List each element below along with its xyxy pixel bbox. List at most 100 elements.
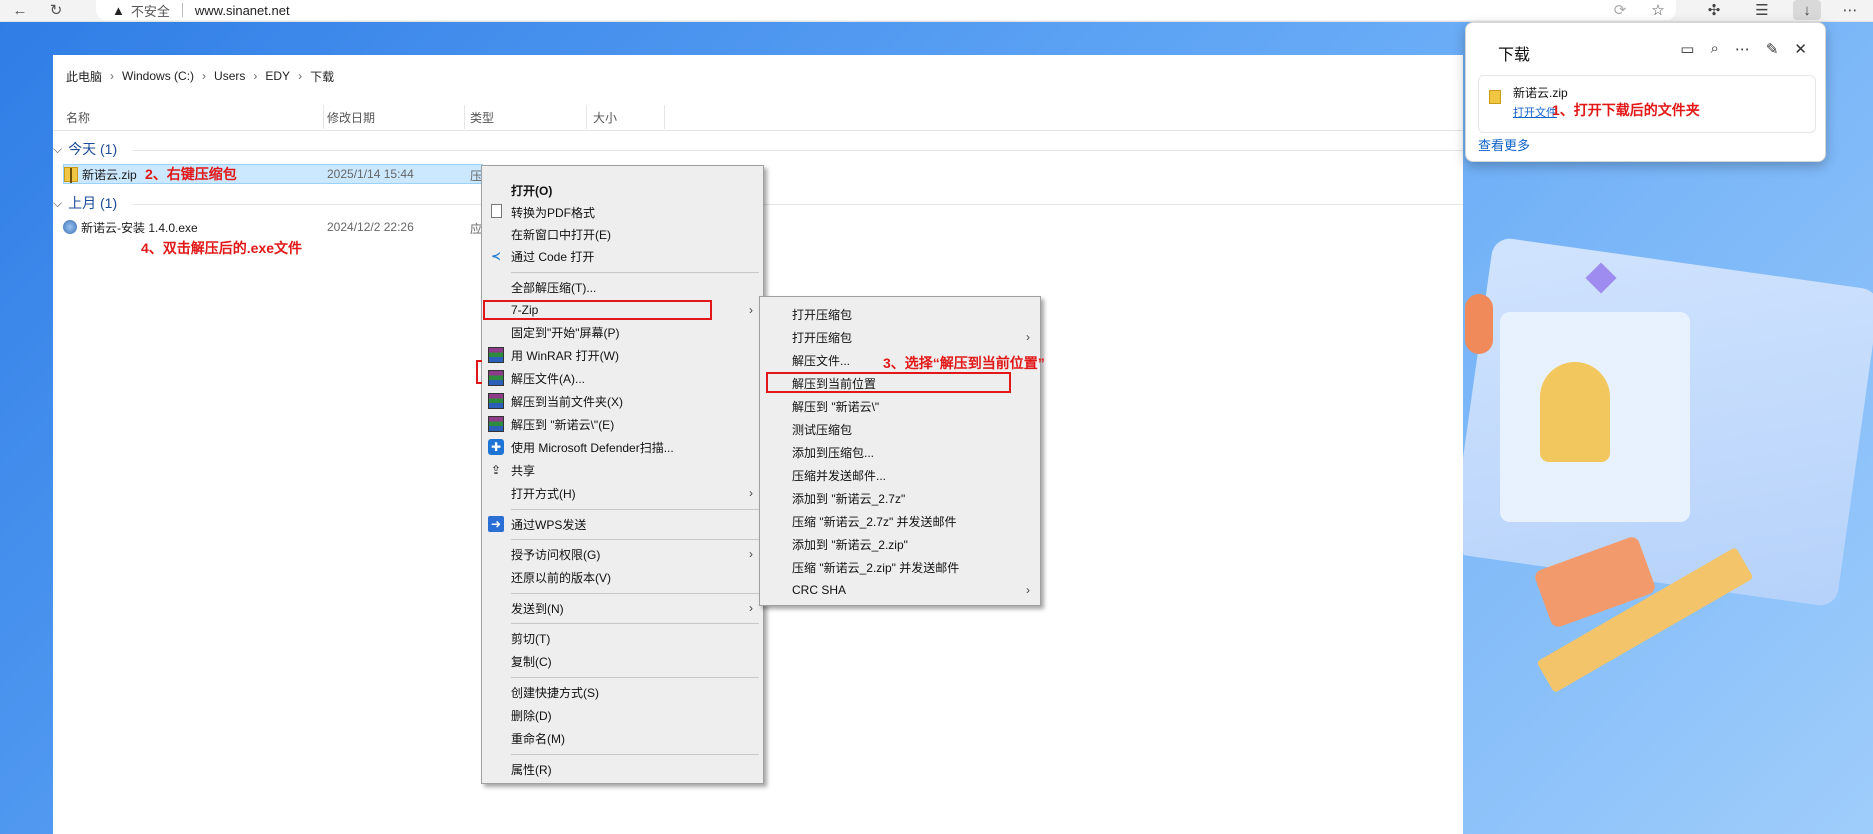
submenu-item[interactable]: 打开压缩包 › xyxy=(760,326,1040,348)
menu-item-label: 解压到当前文件夹(X) xyxy=(511,394,623,409)
menu-item-label: 打开方式(H) xyxy=(511,486,576,501)
browser-toolbar: ← ↻ ▲ 不安全 www.sinanet.net ⟳ ☆ ✣ ☰ ↓ ⋯ xyxy=(0,0,1873,22)
breadcrumb-item[interactable]: 此电脑 xyxy=(66,68,102,85)
menu-item-open-with-code[interactable]: ≺ 通过 Code 打开 xyxy=(482,245,763,267)
menu-item-wps-send[interactable]: ➜ 通过WPS发送 xyxy=(482,513,763,535)
submenu-item[interactable]: 添加到压缩包... xyxy=(760,441,1040,463)
winrar-icon xyxy=(488,416,504,432)
submenu-item-label: 解压文件... xyxy=(792,353,851,368)
menu-separator xyxy=(511,272,759,273)
file-name: 新诺云.zip xyxy=(82,167,137,182)
menu-item-open-with[interactable]: 打开方式(H) › xyxy=(482,482,763,504)
back-icon[interactable]: ← xyxy=(6,0,34,20)
downloads-icon[interactable]: ↓ xyxy=(1793,0,1821,20)
menu-item-pin-start[interactable]: 固定到"开始"屏幕(P) xyxy=(482,321,763,343)
see-more-link[interactable]: 查看更多 xyxy=(1478,135,1530,154)
breadcrumb-item[interactable]: Windows (C:) xyxy=(122,69,194,83)
submenu-item-label: 压缩并发送邮件... xyxy=(792,468,887,483)
submenu-item-crc-sha[interactable]: CRC SHA › xyxy=(760,579,1040,601)
chevron-right-icon: › xyxy=(749,303,753,317)
breadcrumb-item[interactable]: 下载 xyxy=(310,68,334,85)
extensions-icon[interactable]: ✣ xyxy=(1700,0,1728,20)
open-file-link[interactable]: 打开文件 xyxy=(1513,104,1557,120)
pdf-icon xyxy=(491,204,502,218)
column-date[interactable]: 修改日期 xyxy=(327,109,375,126)
group-today[interactable]: ⌵ 今天 (1) xyxy=(53,139,117,159)
menu-item-copy[interactable]: 复制(C) xyxy=(482,650,763,672)
folder-icon[interactable]: ▭ xyxy=(1680,40,1694,58)
menu-item-extract-here[interactable]: 解压到当前文件夹(X) xyxy=(482,390,763,412)
highlight-7zip xyxy=(483,300,712,320)
submenu-item-label: 打开压缩包 xyxy=(792,307,853,322)
submenu-item[interactable]: 添加到 "新诺云_2.zip" xyxy=(760,533,1040,555)
menu-item-create-shortcut[interactable]: 创建快捷方式(S) xyxy=(482,681,763,703)
menu-item-send-to[interactable]: 发送到(N) › xyxy=(482,597,763,619)
share-icon: ⇪ xyxy=(490,463,502,477)
breadcrumb-item[interactable]: EDY xyxy=(265,69,290,83)
chevron-down-icon: ⌵ xyxy=(53,195,63,210)
menu-item-delete[interactable]: 删除(D) xyxy=(482,704,763,726)
submenu-item[interactable]: 压缩 "新诺云_2.zip" 并发送邮件 xyxy=(760,556,1040,578)
chevron-right-icon: › xyxy=(749,601,753,615)
illustration-shape xyxy=(1465,294,1493,354)
security-label: 不安全 xyxy=(130,3,170,19)
more-icon[interactable]: ⋯ xyxy=(1735,40,1750,58)
menu-item-extract-all[interactable]: 全部解压缩(T)... xyxy=(482,276,763,298)
submenu-item-label: 解压到 "新诺云\" xyxy=(792,399,880,414)
submenu-item[interactable]: 打开压缩包 xyxy=(760,303,1040,325)
chevron-right-icon: › xyxy=(202,69,207,83)
menu-item-cut[interactable]: 剪切(T) xyxy=(482,627,763,649)
favorites-icon[interactable]: ☰ xyxy=(1748,0,1776,20)
menu-item-grant-access[interactable]: 授予访问权限(G) › xyxy=(482,543,763,565)
menu-item-defender-scan[interactable]: ✚ 使用 Microsoft Defender扫描... xyxy=(482,436,763,458)
menu-item-label: 发送到(N) xyxy=(511,601,564,616)
menu-separator xyxy=(511,593,759,594)
submenu-item[interactable]: 测试压缩包 xyxy=(760,418,1040,440)
menu-item-label: 在新窗口中打开(E) xyxy=(511,227,611,242)
file-date: 2025/1/14 15:44 xyxy=(327,167,414,181)
menu-item-share[interactable]: ⇪ 共享 xyxy=(482,459,763,481)
favorite-icon[interactable]: ☆ xyxy=(1644,0,1672,20)
menu-item-label: 全部解压缩(T)... xyxy=(511,280,597,295)
submenu-item[interactable]: 解压到 "新诺云\" xyxy=(760,395,1040,417)
column-type[interactable]: 类型 xyxy=(470,109,494,126)
menu-item-extract-to-folder[interactable]: 解压到 "新诺云\"(E) xyxy=(482,413,763,435)
column-size[interactable]: 大小 xyxy=(593,109,617,126)
column-name[interactable]: 名称 xyxy=(66,109,90,126)
search-icon[interactable]: ⌕ xyxy=(1710,40,1718,58)
menu-item-properties[interactable]: 属性(R) xyxy=(482,758,763,780)
more-icon[interactable]: ⋯ xyxy=(1836,0,1864,20)
chevron-right-icon: › xyxy=(1026,330,1030,344)
menu-item-open[interactable]: 打开(O) xyxy=(482,179,763,201)
chevron-right-icon: › xyxy=(298,69,303,83)
file-row[interactable]: 新诺云.zip xyxy=(63,164,483,184)
pin-icon[interactable]: ✎ xyxy=(1766,40,1779,58)
breadcrumb-item[interactable]: Users xyxy=(214,69,245,83)
column-divider[interactable] xyxy=(464,105,465,129)
address-divider xyxy=(181,3,183,17)
submenu-item[interactable]: 添加到 "新诺云_2.7z" xyxy=(760,487,1040,509)
column-divider[interactable] xyxy=(664,105,665,129)
menu-item-rename[interactable]: 重命名(M) xyxy=(482,727,763,749)
read-aloud-icon[interactable]: ⟳ xyxy=(1606,0,1634,20)
menu-item-open-winrar[interactable]: 用 WinRAR 打开(W) xyxy=(482,344,763,366)
submenu-item-label: 添加到 "新诺云_2.zip" xyxy=(792,537,908,552)
downloads-title: 下载 xyxy=(1498,47,1531,64)
submenu-item[interactable]: 压缩并发送邮件... xyxy=(760,464,1040,486)
menu-item-extract-files[interactable]: 解压文件(A)... xyxy=(482,367,763,389)
menu-item-open-new-window[interactable]: 在新窗口中打开(E) xyxy=(482,223,763,245)
winrar-icon xyxy=(488,347,504,363)
menu-item-restore-versions[interactable]: 还原以前的版本(V) xyxy=(482,566,763,588)
downloads-toolbar: ▭ ⌕ ⋯ ✎ ✕ xyxy=(1680,40,1807,58)
column-divider[interactable] xyxy=(323,105,324,129)
group-last-month[interactable]: ⌵ 上月 (1) xyxy=(53,193,117,213)
winrar-icon xyxy=(488,393,504,409)
column-divider[interactable] xyxy=(586,105,587,129)
menu-item-convert-pdf[interactable]: 转换为PDF格式 xyxy=(482,201,763,223)
submenu-item[interactable]: 压缩 "新诺云_2.7z" 并发送邮件 xyxy=(760,510,1040,532)
address-bar[interactable]: ▲ 不安全 www.sinanet.net xyxy=(96,0,1676,20)
close-icon[interactable]: ✕ xyxy=(1794,40,1807,58)
submenu-item-label: 打开压缩包 xyxy=(792,330,853,345)
refresh-icon[interactable]: ↻ xyxy=(42,0,70,20)
url-text: www.sinanet.net xyxy=(194,2,290,18)
